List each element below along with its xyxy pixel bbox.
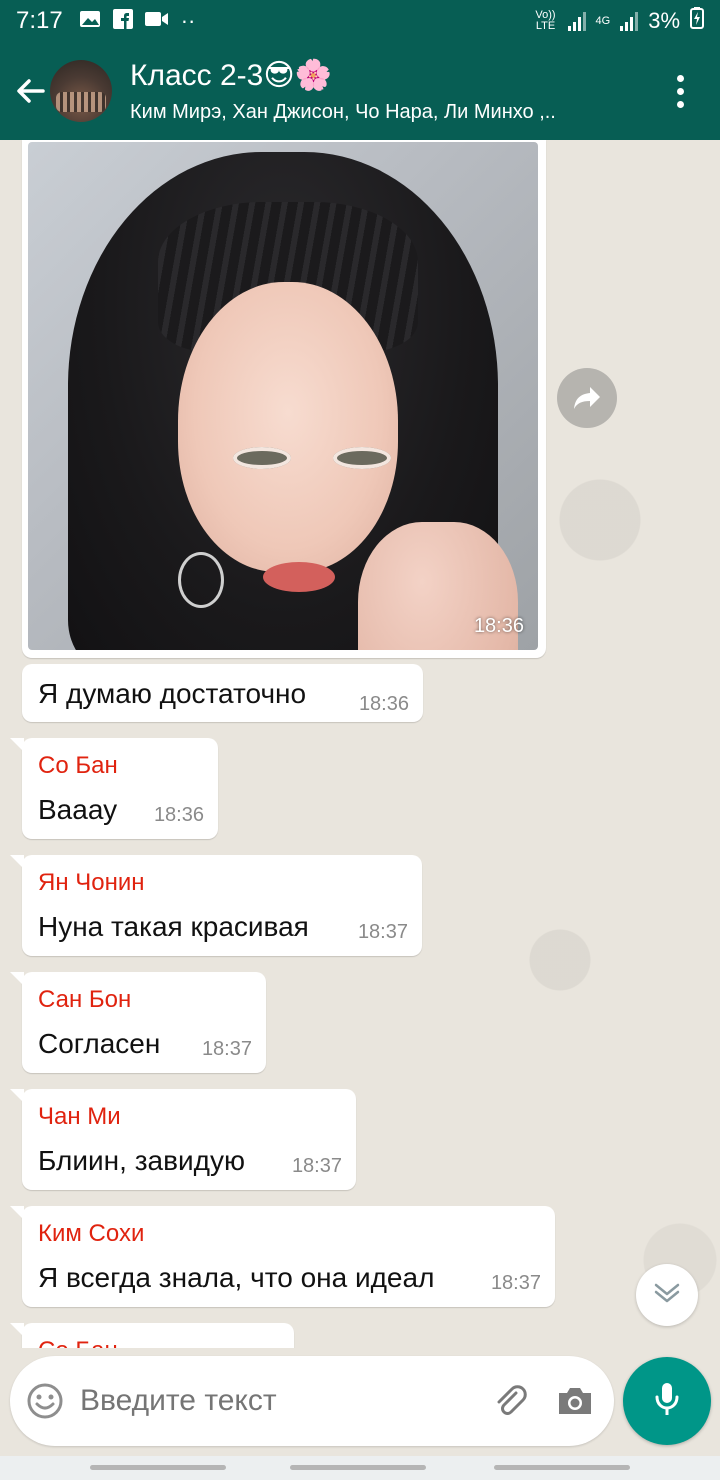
sender-name: Со Бан xyxy=(38,752,118,779)
notification-icons: ·· xyxy=(79,8,196,34)
chat-title-box[interactable]: Класс 2-3😎🌸 Ким Мирэ, Хан Джисон, Чо Нар… xyxy=(130,58,610,124)
signal-icon xyxy=(567,11,586,31)
message-time: 18:36 xyxy=(153,804,204,826)
status-bar: 7:17 ·· Vo)) LTE 4G 3% xyxy=(0,0,720,42)
more-vert-icon[interactable] xyxy=(640,42,720,140)
message-time: 18:37 xyxy=(201,1038,252,1060)
scroll-down-button[interactable] xyxy=(636,1264,698,1326)
nav-recents[interactable] xyxy=(90,1465,226,1470)
message-bubble[interactable]: Чан Ми Блиин, завидую 18:37 xyxy=(10,1089,356,1190)
sender-name: Ким Сохи xyxy=(38,1220,145,1247)
message-bubble[interactable]: Со Бан xyxy=(10,1323,294,1348)
compose-bar xyxy=(10,1356,614,1446)
photo-image[interactable]: 18:36 xyxy=(28,142,538,650)
chevron-down-icon xyxy=(653,1281,681,1310)
message-text: Я думаю достаточно xyxy=(38,678,307,709)
photo-time: 18:36 xyxy=(473,615,524,637)
sender-name: Чан Ми xyxy=(38,1103,121,1130)
message-input[interactable] xyxy=(80,1384,480,1418)
message-text: Блиин, завидую xyxy=(38,1145,245,1176)
message-bubble[interactable]: Ким Сохи Я всегда знала, что она идеал 1… xyxy=(10,1206,555,1307)
message-bubble[interactable]: Со Бан Вааау 18:36 xyxy=(10,738,218,839)
mic-button[interactable] xyxy=(623,1357,711,1445)
photo-message[interactable]: 18:36 xyxy=(22,140,546,658)
battery-charging-icon xyxy=(690,7,704,35)
message-text: Согласен xyxy=(38,1028,161,1059)
message-bubble[interactable]: Ян Чонин Нуна такая красивая 18:37 xyxy=(10,855,422,956)
status-right: Vo)) LTE 4G 3% xyxy=(534,7,704,35)
message-time: 18:37 xyxy=(357,921,408,943)
volte-label: Vo)) LTE xyxy=(535,9,556,32)
facebook-icon xyxy=(112,8,133,34)
message-time: 18:36 xyxy=(358,693,409,715)
status-time: 7:17 xyxy=(16,7,63,34)
chat-title: Класс 2-3😎🌸 xyxy=(130,59,332,92)
network-label: 4G xyxy=(595,14,611,27)
gallery-icon xyxy=(79,10,101,33)
sender-name: Сан Бон xyxy=(38,986,132,1013)
system-nav-bar xyxy=(0,1456,720,1480)
message-bubble[interactable]: Сан Бон Согласен 18:37 xyxy=(10,972,266,1073)
emoji-icon[interactable] xyxy=(10,1383,80,1419)
message-bubble[interactable]: Я думаю достаточно 18:36 xyxy=(22,664,423,722)
chat-members: Ким Мирэ, Хан Джисон, Чо Нара, Ли Минхо … xyxy=(130,101,556,123)
battery-percent: 3% xyxy=(648,8,680,33)
message-time: 18:37 xyxy=(291,1155,342,1177)
signal-icon-2 xyxy=(620,11,639,31)
more-dots-icon: ·· xyxy=(180,8,196,33)
sender-name: Со Бан xyxy=(38,1337,118,1348)
chat-header: Класс 2-3😎🌸 Ким Мирэ, Хан Джисон, Чо Нар… xyxy=(0,42,720,140)
message-text: Я всегда знала, что она идеал xyxy=(38,1262,435,1293)
group-avatar[interactable] xyxy=(50,60,112,122)
sender-name: Ян Чонин xyxy=(38,869,145,896)
video-icon xyxy=(144,11,169,32)
message-list[interactable]: 18:36 Я думаю достаточно 18:36 Со Бан Ва… xyxy=(0,140,720,1348)
mic-icon xyxy=(653,1381,681,1422)
forward-icon[interactable] xyxy=(557,368,617,428)
message-text: Нуна такая красивая xyxy=(38,911,309,942)
attach-icon[interactable] xyxy=(480,1383,540,1419)
message-text: Вааау xyxy=(38,794,118,825)
camera-icon[interactable] xyxy=(540,1385,610,1417)
nav-home[interactable] xyxy=(290,1465,426,1470)
message-time: 18:37 xyxy=(490,1272,541,1294)
nav-back[interactable] xyxy=(494,1465,630,1470)
